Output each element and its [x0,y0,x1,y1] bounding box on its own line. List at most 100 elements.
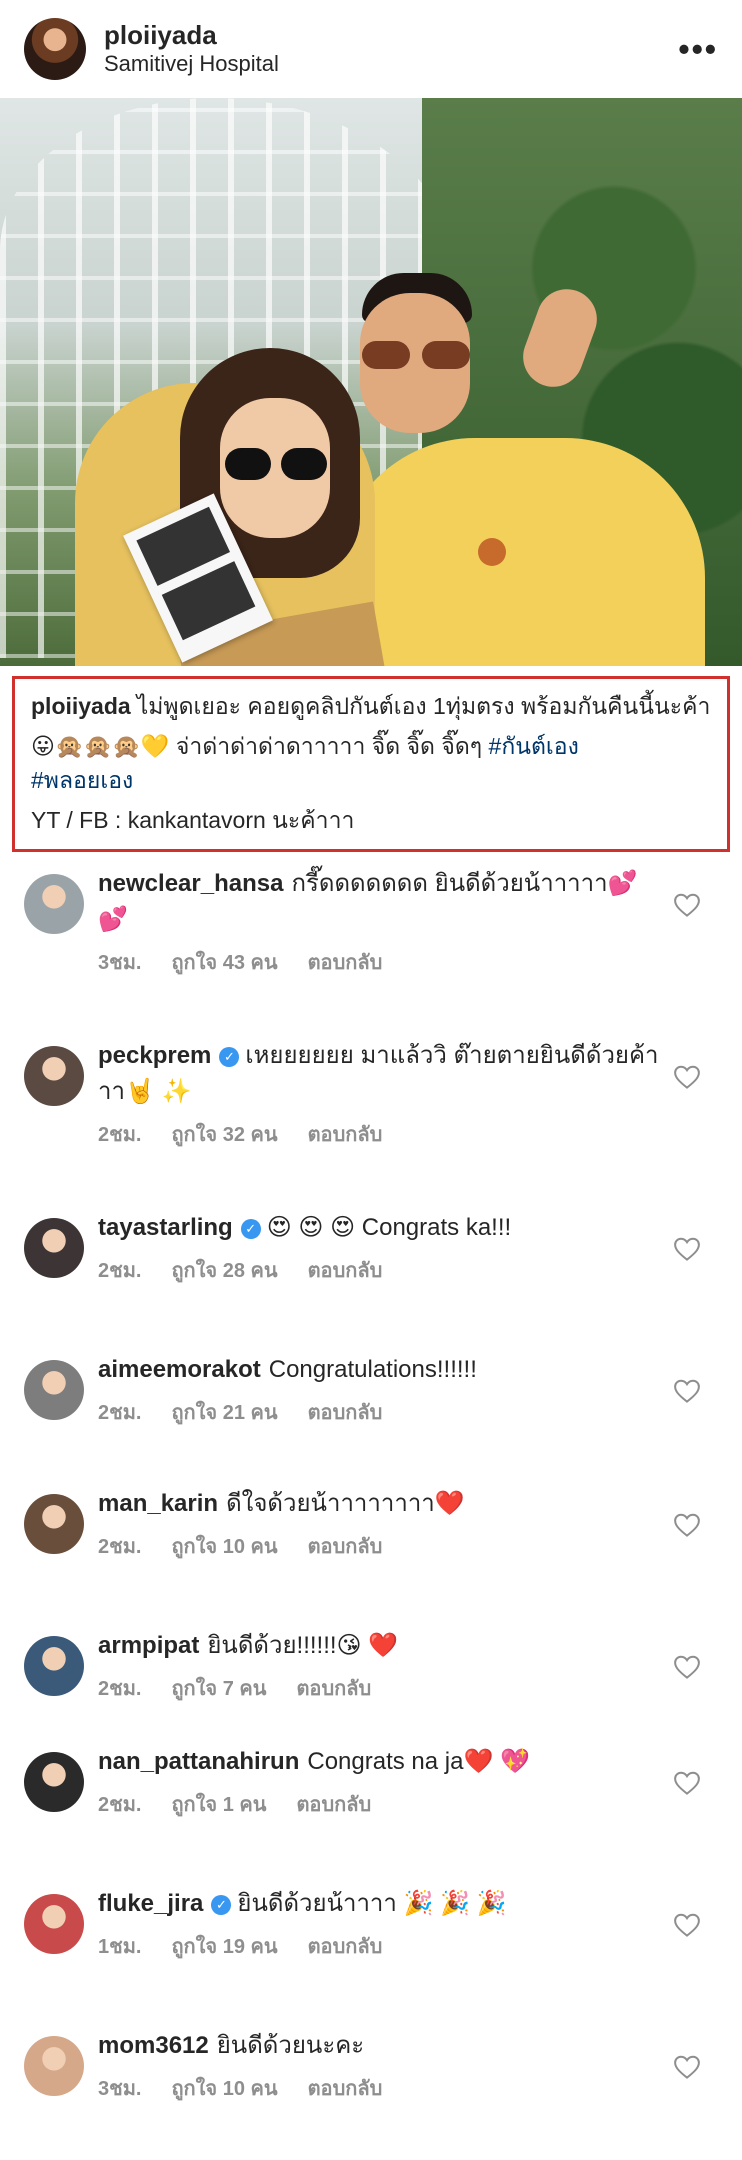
comment-body: fluke_jira ✓ ยินดีด้วยน้าาาา 🎉 🎉 🎉 1ชม. ถู… [98,1886,718,2028]
hashtag-link[interactable]: #พลอยเอง [31,767,133,793]
comment-item: nan_pattanahirun Congrats na ja❤️ 💖 2ชม. … [0,1744,742,1886]
comment-message: ดีใจด้วยน้าาาาาาาา❤️ [226,1490,465,1517]
comment-username[interactable]: armpipat [98,1632,199,1659]
heart-icon[interactable] [672,890,702,920]
avatar[interactable] [24,1636,84,1696]
comment-body: peckprem ✓ เหยยยยยย มาแล้ววิ ต๊ายตายยินดีด… [98,1038,718,1210]
comment-username[interactable]: newclear_hansa [98,870,283,897]
caption-emojis: 😛🙊🙊🙊💛 [31,733,170,759]
caption-line: ploiiyada ไม่พูดเยอะ คอยดูคลิปกันต์เอง 1ท… [31,689,711,723]
heart-icon[interactable] [672,1768,702,1798]
heart-icon[interactable] [672,1376,702,1406]
heart-icon[interactable] [672,2052,702,2082]
comment-item: mom3612 ยินดีด้วยนะคะ 3ชม. ถูกใจ 10 คน ตอ… [0,2028,742,2138]
comment-likes[interactable]: ถูกใจ 32 คน [171,1118,277,1150]
comment-item: man_karin ดีใจด้วยน้าาาาาาาา❤️ 2ชม. ถูกใจ… [0,1486,742,1628]
caption-username[interactable]: ploiiyada [31,693,131,719]
comment-likes[interactable]: ถูกใจ 43 คน [171,946,277,978]
heart-icon[interactable] [672,1234,702,1264]
post-username[interactable]: ploiiyada [104,20,678,50]
comment-item: newclear_hansa กรี๊ดดดดดดด ยินดีด้วยน้าาา… [0,866,742,1038]
reply-button[interactable]: ตอบกลับ [308,2072,383,2104]
comment-likes[interactable]: ถูกใจ 1 คน [171,1788,266,1820]
heart-icon[interactable] [672,1910,702,1940]
comment-text: fluke_jira ✓ ยินดีด้วยน้าาาา 🎉 🎉 🎉 [98,1886,662,1922]
comments-list: newclear_hansa กรี๊ดดดดดดด ยินดีด้วยน้าาา… [0,866,742,2138]
comment-time: 2ชม. [98,1678,142,1700]
more-horizontal-icon[interactable]: ••• [678,31,718,68]
man-sunglasses [362,341,472,371]
comment-likes[interactable]: ถูกใจ 10 คน [171,2072,277,2104]
comment-meta: 2ชม. ถูกใจ 7 คน ตอบกลับ [98,1672,662,1704]
heart-icon[interactable] [672,1062,702,1092]
comment-text: newclear_hansa กรี๊ดดดดดดด ยินดีด้วยน้าาา… [98,866,662,938]
header-text: ploiiyada Samitivej Hospital [104,20,678,78]
comment-meta: 3ชม. ถูกใจ 10 คน ตอบกลับ [98,2072,662,2104]
avatar[interactable] [24,2036,84,2096]
caption-text: YT / FB : kankantavorn นะค้าาา [31,807,355,833]
reply-button[interactable]: ตอบกลับ [308,1254,383,1286]
reply-button[interactable]: ตอบกลับ [308,1118,383,1150]
comment-username[interactable]: fluke_jira [98,1890,203,1917]
reply-button[interactable]: ตอบกลับ [296,1788,371,1820]
comment-likes[interactable]: ถูกใจ 19 คน [171,1930,277,1962]
comment-body: mom3612 ยินดีด้วยนะคะ 3ชม. ถูกใจ 10 คน ตอ… [98,2028,718,2138]
comment-time: 2ชม. [98,1794,142,1816]
comment-text: man_karin ดีใจด้วยน้าาาาาาาา❤️ [98,1486,662,1522]
avatar[interactable] [24,1218,84,1278]
comment-username[interactable]: tayastarling [98,1214,233,1241]
comment-time: 2ชม. [98,1402,142,1424]
heart-icon[interactable] [672,1652,702,1682]
avatar[interactable] [24,1894,84,1954]
comment-username[interactable]: peckprem [98,1042,211,1069]
reply-button[interactable]: ตอบกลับ [308,1530,383,1562]
comment-meta: 1ชม. ถูกใจ 19 คน ตอบกลับ [98,1930,662,1962]
comment-text: nan_pattanahirun Congrats na ja❤️ 💖 [98,1744,662,1780]
avatar[interactable] [24,1046,84,1106]
shirt-badge [478,538,506,566]
comment-item: fluke_jira ✓ ยินดีด้วยน้าาาา 🎉 🎉 🎉 1ชม. ถู… [0,1886,742,2028]
avatar[interactable] [24,18,86,80]
reply-button[interactable]: ตอบกลับ [308,1396,383,1428]
avatar[interactable] [24,1360,84,1420]
comment-likes[interactable]: ถูกใจ 7 คน [171,1672,266,1704]
comment-likes[interactable]: ถูกใจ 10 คน [171,1530,277,1562]
verified-badge-icon: ✓ [211,1895,232,1915]
caption-line: YT / FB : kankantavorn นะค้าาา [31,803,711,837]
comment-message: Congrats na ja❤️ 💖 [307,1748,530,1775]
caption-line: 😛🙊🙊🙊💛 จ่าด่าด่าด่าดาาาาา จิ๊ด จิ๊ด จิ๊ดๆ… [31,729,711,797]
comment-username[interactable]: man_karin [98,1490,218,1517]
comment-time: 2ชม. [98,1536,142,1558]
heart-icon[interactable] [672,1510,702,1540]
comment-username[interactable]: mom3612 [98,2032,209,2059]
comment-text: mom3612 ยินดีด้วยนะคะ [98,2028,662,2064]
verified-badge-icon: ✓ [219,1047,240,1067]
comment-likes[interactable]: ถูกใจ 28 คน [171,1254,277,1286]
comment-meta: 2ชม. ถูกใจ 10 คน ตอบกลับ [98,1530,662,1562]
comment-time: 2ชม. [98,1124,142,1146]
hashtag-link[interactable]: #กันต์เอง [489,733,579,759]
post-location[interactable]: Samitivej Hospital [104,50,678,78]
reply-button[interactable]: ตอบกลับ [308,1930,383,1962]
comment-meta: 2ชม. ถูกใจ 21 คน ตอบกลับ [98,1396,662,1428]
comment-meta: 2ชม. ถูกใจ 28 คน ตอบกลับ [98,1254,662,1286]
avatar[interactable] [24,1494,84,1554]
comment-message: ยินดีด้วย!!!!!!😘 ❤️ [207,1632,399,1659]
comment-body: tayastarling ✓ 😍 😍 😍 Congrats ka!!! 2ชม. ถ… [98,1210,718,1352]
reply-button[interactable]: ตอบกลับ [296,1672,371,1704]
comment-body: newclear_hansa กรี๊ดดดดดดด ยินดีด้วยน้าาา… [98,866,718,1038]
comment-body: aimeemorakot Congratulations!!!!!! 2ชม. ถ… [98,1352,718,1486]
caption-text: ไม่พูดเยอะ คอยดูคลิปกันต์เอง 1ทุ่มตรง พร… [136,693,711,719]
comment-likes[interactable]: ถูกใจ 21 คน [171,1396,277,1428]
post-image[interactable] [0,98,742,666]
reply-button[interactable]: ตอบกลับ [308,946,383,978]
avatar[interactable] [24,874,84,934]
comment-username[interactable]: nan_pattanahirun [98,1748,299,1775]
comment-time: 3ชม. [98,2078,142,2100]
avatar[interactable] [24,1752,84,1812]
comment-body: armpipat ยินดีด้วย!!!!!!😘 ❤️ 2ชม. ถูกใจ 7… [98,1628,718,1744]
comment-username[interactable]: aimeemorakot [98,1356,261,1383]
verified-badge-icon: ✓ [240,1219,261,1239]
comment-item: tayastarling ✓ 😍 😍 😍 Congrats ka!!! 2ชม. ถ… [0,1210,742,1352]
caption-text: จ่าด่าด่าด่าดาาาาา จิ๊ด จิ๊ด จิ๊ดๆ [169,733,489,759]
